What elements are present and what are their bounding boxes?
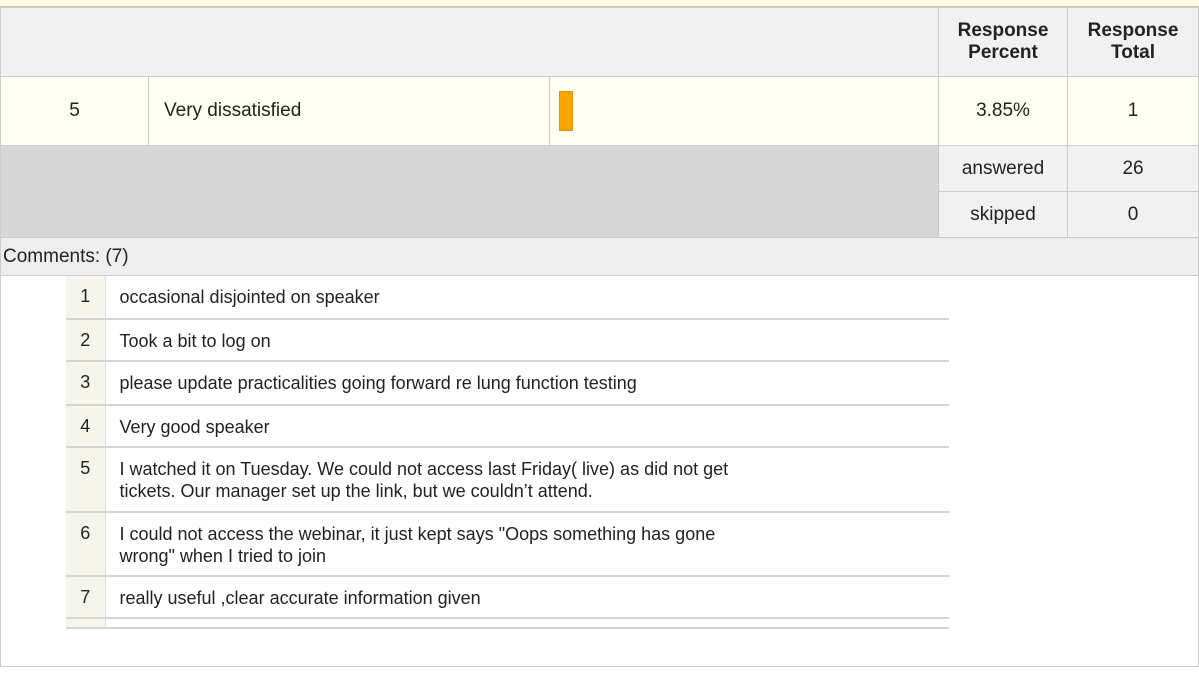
comment-text: please update practicalities going forwa…: [105, 361, 949, 406]
answered-label: answered: [938, 145, 1069, 192]
comment-number: 5: [66, 447, 106, 513]
comment-text: I could not access the webinar, it just …: [105, 512, 949, 577]
answered-row: answered 26: [0, 145, 1199, 238]
response-total-header: Response Total: [1067, 7, 1199, 77]
comment-number: 3: [66, 361, 106, 406]
survey-results-table: Response Percent Response Total 5 Very d…: [0, 7, 1199, 667]
comment-item: 2 Took a bit to log on: [66, 319, 949, 362]
comment-spacer-row: [66, 618, 949, 629]
answer-number: 5: [0, 76, 149, 146]
skipped-value: 0: [1067, 191, 1199, 238]
header-row: Response Percent Response Total: [0, 7, 1199, 77]
comments-title: Comments: (7): [0, 237, 1199, 276]
answer-percent: 3.85%: [938, 76, 1069, 146]
answer-row: 5 Very dissatisfied 3.85% 1: [0, 76, 1199, 146]
comments-body-row: 1 occasional disjointed on speaker 2 Too…: [0, 275, 1199, 667]
comment-text: Very good speaker: [105, 405, 949, 448]
answered-value: 26: [1067, 145, 1199, 192]
answer-total: 1: [1067, 76, 1199, 146]
comment-item: 1 occasional disjointed on speaker: [66, 276, 949, 320]
response-percent-header: Response Percent: [938, 7, 1069, 77]
comment-number: 4: [66, 405, 106, 448]
comment-item: 4 Very good speaker: [66, 405, 949, 448]
comment-number: 2: [66, 319, 106, 362]
comment-number: 1: [66, 276, 106, 320]
answer-label: Very dissatisfied: [148, 76, 550, 146]
comment-item: 5 I watched it on Tuesday. We could not …: [66, 447, 949, 513]
comment-number-spacer: [66, 618, 106, 629]
comment-text-spacer: [105, 618, 949, 629]
comment-item: 6 I could not access the webinar, it jus…: [66, 512, 949, 577]
summary-blank: [0, 145, 940, 238]
comments-body: 1 occasional disjointed on speaker 2 Too…: [0, 275, 1199, 667]
answer-bar-cell: [548, 76, 940, 146]
skipped-label: skipped: [938, 191, 1069, 238]
comment-number: 6: [66, 512, 106, 577]
comment-item: 3 please update practicalities going for…: [66, 361, 949, 406]
comment-number: 7: [66, 576, 106, 619]
header-blank: [0, 7, 940, 77]
comments-header-row: Comments: (7): [0, 237, 1199, 276]
comments-list: 1 occasional disjointed on speaker 2 Too…: [66, 276, 949, 629]
top-strip: [0, 0, 1199, 7]
comment-text: Took a bit to log on: [105, 319, 949, 362]
comment-item: 7 really useful ,clear accurate informat…: [66, 576, 949, 619]
comment-text: I watched it on Tuesday. We could not ac…: [105, 447, 949, 513]
comment-text: really useful ,clear accurate informatio…: [105, 576, 949, 619]
percent-bar: [559, 91, 573, 131]
comment-text: occasional disjointed on speaker: [105, 276, 949, 320]
